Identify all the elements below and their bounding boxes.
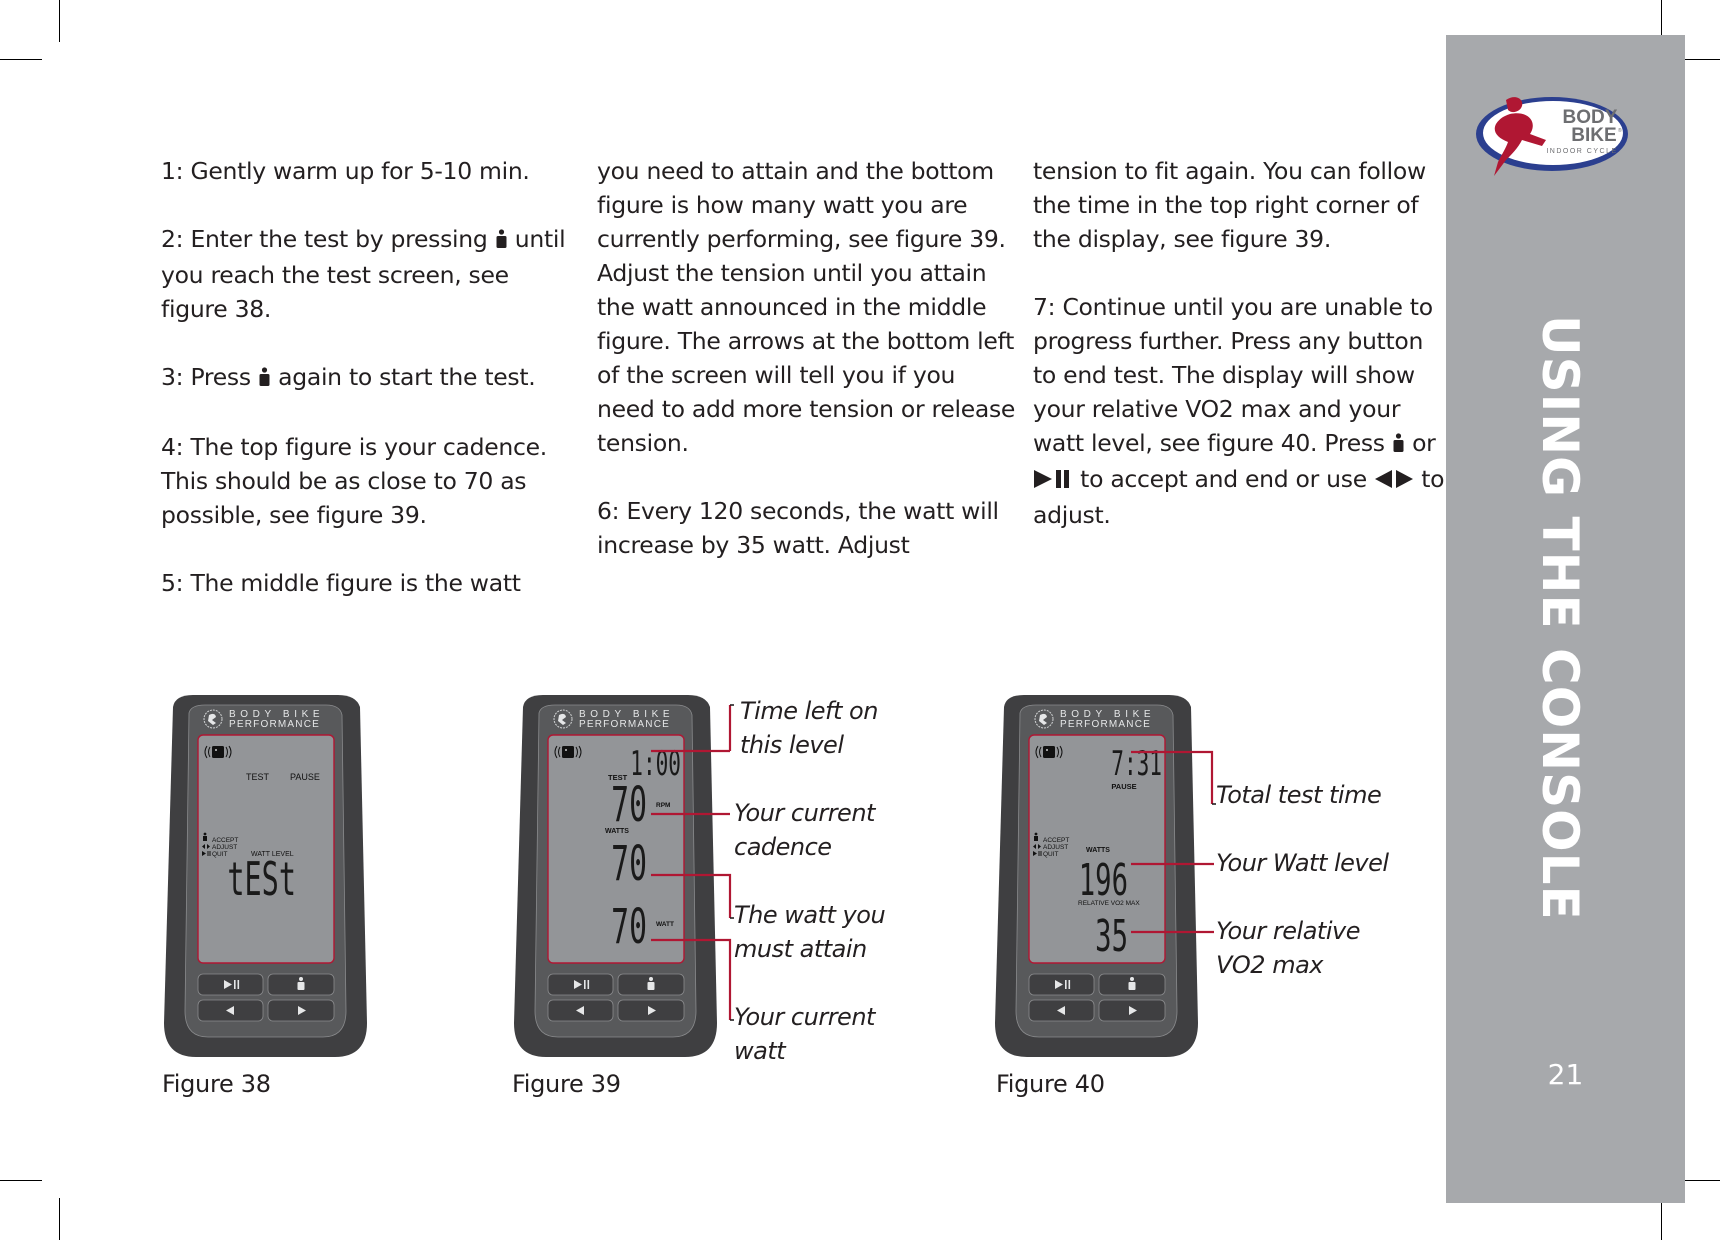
leader-line-current-watt [651,938,732,1020]
callout-current-watt: Your current watt [734,1003,875,1065]
callout-total-time: Total test time [1216,781,1382,809]
callout-vo2-max: Your relative VO2 max [1216,917,1360,979]
leader-line-time-left [651,705,732,753]
leader-line-target-watt [651,873,732,918]
callout-cadence: Your current cadence [734,799,875,861]
leader-line-total-time [1131,750,1214,804]
callout-watt-level: Your Watt level [1216,849,1389,877]
callout-target-watt: The watt you must attain [734,901,886,963]
callout-time-left: Time left on this level [740,697,878,759]
